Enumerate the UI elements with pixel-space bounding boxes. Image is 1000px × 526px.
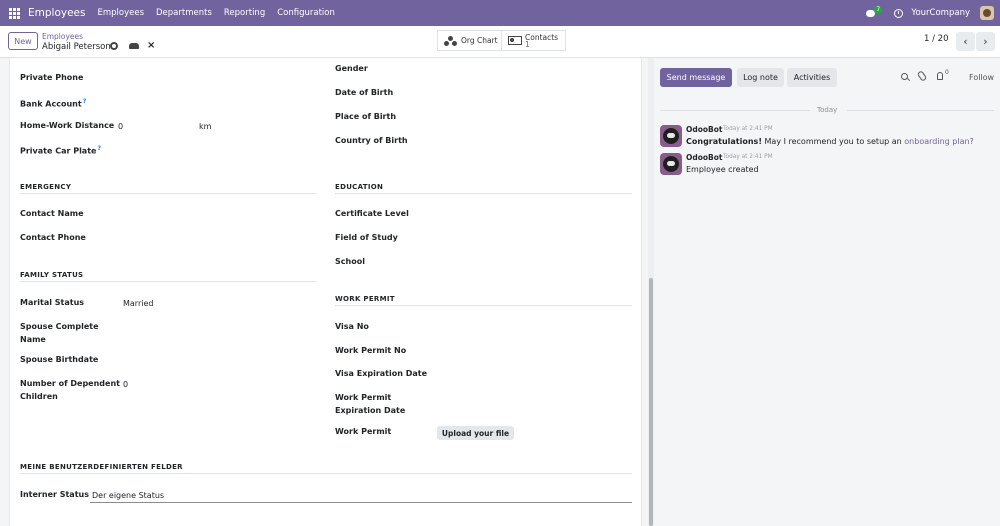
date-separator-line (660, 110, 810, 111)
label-school: School (335, 257, 365, 266)
org-chart-button[interactable]: Org Chart (438, 31, 501, 50)
contacts-count: 1 (525, 39, 530, 49)
divider (20, 473, 632, 474)
interner-status-input[interactable]: Der eigene Status (90, 490, 632, 503)
message-author[interactable]: OdooBot (686, 125, 723, 134)
onboarding-plan-link[interactable]: onboarding plan? (904, 137, 974, 146)
message-body: Congratulations! May I recommend you to … (686, 137, 974, 146)
label-private-phone: Private Phone (20, 73, 84, 82)
breadcrumb-current: Abigail Peterson (42, 42, 111, 52)
label-visa-no: Visa No (335, 322, 369, 331)
menu-employees[interactable]: Employees (97, 8, 144, 18)
contacts-button[interactable]: Contacts 1 (501, 31, 565, 50)
label-dependent-children: Number of Dependent Children (20, 379, 120, 401)
date-separator-line (847, 110, 994, 111)
smart-buttons: Org Chart Contacts 1 (437, 30, 566, 51)
divider (20, 281, 316, 282)
marital-status-select[interactable]: Married (123, 299, 153, 308)
divider (20, 193, 316, 194)
distance-unit: km (199, 122, 212, 131)
label-interner-status: Interner Status (20, 490, 89, 499)
message-time: Today at 2:41 PM (723, 126, 773, 132)
label-marital-status: Marital Status (20, 298, 85, 307)
label-private-car-plate: Private Car Plate? (20, 145, 101, 156)
label-spouse-complete-name: Spouse Complete Name (20, 322, 99, 344)
apps-menu-icon[interactable] (9, 7, 20, 19)
label-place-of-birth: Place of Birth (335, 112, 397, 121)
app-name[interactable]: Employees (28, 7, 85, 19)
divider (335, 193, 632, 194)
top-navbar: Employees Employees Departments Reportin… (0, 0, 1000, 26)
label-contact-phone: Contact Phone (20, 233, 86, 242)
pager-next-button[interactable]: › (976, 32, 995, 51)
chat-icon[interactable]: 7 (866, 6, 883, 18)
contacts-card-icon (508, 36, 522, 45)
search-icon[interactable] (901, 73, 908, 80)
label-certificate-level: Certificate Level (335, 209, 409, 218)
section-emergency: EMERGENCY (20, 183, 72, 191)
date-separator: Today (817, 106, 838, 114)
message-body: Employee created (686, 165, 759, 174)
label-country-of-birth: Country of Birth (335, 136, 408, 145)
company-switcher[interactable]: YourCompany (911, 8, 970, 18)
label-gender: Gender (335, 64, 368, 73)
follow-button[interactable]: Follow (969, 73, 994, 82)
car-plate-help-icon[interactable]: ? (97, 145, 100, 152)
label-visa-expiration-date: Visa Expiration Date (335, 369, 428, 378)
message-time: Today at 2:41 PM (723, 154, 773, 160)
follower-count: 0 (945, 69, 949, 76)
form-sheet: Private Phone Bank Account? Home-Work Di… (9, 58, 642, 526)
log-note-button[interactable]: Log note (737, 68, 784, 87)
section-family-status: FAMILY STATUS (20, 271, 84, 279)
menu-configuration[interactable]: Configuration (277, 8, 335, 18)
menu-departments[interactable]: Departments (156, 8, 212, 18)
org-chart-icon (444, 35, 458, 46)
new-button[interactable]: New (8, 32, 38, 50)
divider (335, 305, 632, 306)
menu-reporting[interactable]: Reporting (224, 8, 265, 18)
label-work-permit-expiration: Work Permit Expiration Date (335, 393, 406, 415)
control-panel: New Employees Abigail Peterson × Org Cha… (0, 26, 1000, 58)
label-date-of-birth: Date of Birth (335, 88, 394, 97)
message-author[interactable]: OdooBot (686, 153, 723, 162)
org-chart-label: Org Chart (461, 36, 498, 45)
label-bank-account: Bank Account? (20, 98, 87, 109)
chat-badge: 7 (874, 6, 883, 14)
section-education: EDUCATION (335, 183, 384, 191)
home-work-distance-input[interactable]: 0 (118, 122, 123, 131)
section-work-permit: WORK PERMIT (335, 295, 395, 303)
activities-button[interactable]: Activities (787, 68, 837, 87)
label-work-permit-no: Work Permit No (335, 346, 407, 355)
pager-previous-button[interactable]: ‹ (956, 32, 975, 51)
clock-icon[interactable] (894, 8, 904, 18)
send-message-button[interactable]: Send message (660, 68, 732, 87)
section-custom-fields: MEINE BENUTZERDEFINIERTEN FELDER (20, 463, 183, 471)
save-cloud-icon[interactable] (129, 43, 139, 49)
bank-account-help-icon[interactable]: ? (83, 98, 86, 105)
form-scrollbar-thumb[interactable] (649, 278, 653, 526)
dependent-children-input[interactable]: 0 (123, 380, 128, 389)
user-avatar[interactable] (980, 6, 994, 20)
gear-icon[interactable] (110, 42, 118, 50)
odoobot-avatar[interactable] (660, 153, 682, 175)
followers-icon[interactable] (937, 72, 943, 80)
upload-file-button[interactable]: Upload your file (437, 426, 514, 440)
discard-icon[interactable]: × (147, 40, 155, 51)
label-field-of-study: Field of Study (335, 233, 398, 242)
label-spouse-birthdate: Spouse Birthdate (20, 355, 99, 364)
label-home-work-distance: Home-Work Distance (20, 121, 115, 130)
label-contact-name: Contact Name (20, 209, 84, 218)
pager-value[interactable]: 1 / 20 (924, 34, 949, 44)
odoobot-avatar[interactable] (660, 125, 682, 147)
label-work-permit: Work Permit (335, 427, 392, 436)
breadcrumb-parent[interactable]: Employees (42, 32, 83, 41)
